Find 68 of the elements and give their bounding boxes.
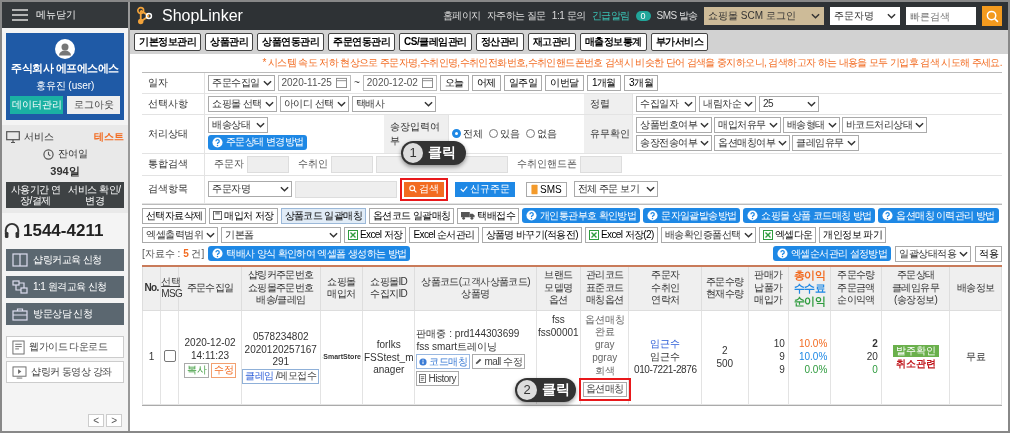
claim-status: 취소관련 <box>895 357 936 370</box>
column-header: 쇼핑몰 매입처 <box>320 265 363 311</box>
step-number: 1 <box>403 142 423 163</box>
field-label: 수취인 <box>298 157 328 171</box>
service-label: 서비스 <box>24 130 54 144</box>
step-number: 2 <box>517 379 537 400</box>
order-quantity: 2 <box>722 344 728 357</box>
result-count: [자료수 : 5 건] <box>142 246 205 261</box>
row-number: 1 <box>148 351 155 363</box>
column-header: 관리코드 표준코드 매칭옵션 <box>580 265 629 311</box>
column-header: 판매가 납품가 매입가 <box>748 265 789 311</box>
product-name: fss smart트레이닝 <box>416 341 498 354</box>
alert-count: 0 <box>635 11 651 21</box>
profit-rate: 10.0% <box>798 338 828 351</box>
filter-label: 정렬 <box>584 93 632 115</box>
column-header: No. <box>142 265 161 311</box>
notice-text: * 시스템 속도 저하 현상으로 주문자명,수취인명,수취인전화번호,수취인핸드폰번호 검색시 비슷한 단어 검색을 중지하오니, 검색하고자 하는 내용을 모두 기입후 검색 시도해 주세요. <box>261 57 1002 69</box>
price: 10 <box>773 338 785 351</box>
remaining-days: 394일 <box>6 164 124 179</box>
management-code: 회색 <box>594 364 615 377</box>
profit-rate: 10.0% <box>798 351 828 364</box>
column-header: 브랜드 모델명 옵션 <box>536 265 581 311</box>
filter-label: 일자 <box>142 72 204 94</box>
filter-label: 선택사항 <box>142 93 204 115</box>
stock-quantity: 500 <box>716 357 734 370</box>
column-header: 상품코드(고객사상품코드) 상품명 <box>415 265 537 311</box>
field-label: 주문자 <box>214 157 244 171</box>
order-date: 2020-12-02 <box>184 336 236 349</box>
filter-label: 통합검색 <box>142 153 204 176</box>
plan-label: 테스트 <box>94 130 124 144</box>
profit-rate: 0.0% <box>804 364 828 377</box>
product-code: 판매중 : prd144303699 <box>416 328 520 341</box>
column-header: 배송정보 <box>949 265 1002 311</box>
company-name: 주식회사 에프에스에스 <box>11 62 119 76</box>
price: 9 <box>779 351 785 364</box>
phone-number: 010-7221-2876 <box>633 364 697 377</box>
receiver-name: 임근수 <box>650 351 681 364</box>
range-separator: ~ <box>353 77 360 88</box>
phone-number: 1544-4211 <box>23 221 104 241</box>
filter-label: 처리상태 <box>142 114 204 154</box>
column-header: 주문자 수취인 연락처 <box>628 265 702 311</box>
order-amount: 20 <box>866 351 878 364</box>
order-amount: 2 <box>872 338 878 351</box>
column-header: 샵링커주문번호 쇼핑몰주문번호 배송/클레임 <box>241 265 321 311</box>
column-header: 주문상태 클레임유무 (송장정보) <box>881 265 950 311</box>
order-number: 0578234802 <box>252 330 309 343</box>
filter-label: 유무확인 <box>584 114 632 154</box>
field-label: 수취인핸드폰 <box>517 157 577 171</box>
column-header: 주문수량 현재수량 <box>701 265 749 311</box>
callout-text: 클릭 <box>542 380 570 399</box>
price: 9 <box>779 364 785 377</box>
management-code: pgray <box>592 351 618 364</box>
column-header: 쇼핑몰ID 수집지ID <box>362 265 415 311</box>
status-badge: 발주확인 <box>892 344 939 357</box>
delivery-info: 무료 <box>965 351 986 363</box>
filter-label: 검색항목 <box>142 175 204 204</box>
brand-name: fss <box>551 313 565 326</box>
management-code: gray <box>595 338 615 351</box>
remaining-label: 잔여일 <box>57 147 88 161</box>
user-name: 홍유진 (user) <box>35 79 95 93</box>
order-amount: 0 <box>872 364 878 377</box>
column-header: 총이익 수수료 순이익 <box>788 265 831 311</box>
model-name: fss00001 <box>538 326 579 339</box>
mall-id: forlks <box>376 338 401 351</box>
mall-order-number: 2020120257167291 <box>243 343 318 368</box>
order-time: 14:11:23 <box>191 349 230 362</box>
column-header: 주문수량 주문금액 순이익액 <box>830 265 882 311</box>
collector-id: FSStest_manager <box>364 351 414 376</box>
